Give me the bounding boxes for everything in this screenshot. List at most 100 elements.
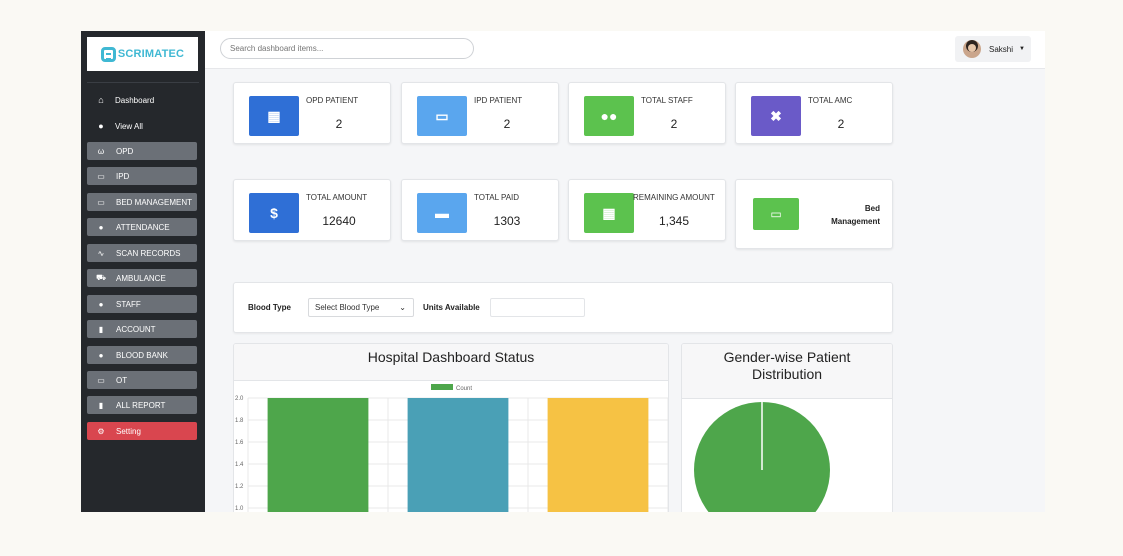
sidebar-item-ipd[interactable]: ▭ IPD xyxy=(87,167,197,185)
hospital-user-icon: ▦ xyxy=(249,96,299,136)
sidebar-item-label: BLOOD BANK xyxy=(116,350,169,360)
blood-type-select-value: Select Blood Type xyxy=(315,303,380,312)
logo[interactable]: SCRIMATEC xyxy=(87,37,198,71)
gender-pie-chart xyxy=(694,402,830,512)
home-icon: ⌂ xyxy=(98,95,104,105)
card-total-amc[interactable]: ✖ TOTAL AMC 2 xyxy=(735,82,893,144)
sidebar-item-blood-bank[interactable]: ● BLOOD BANK xyxy=(87,346,197,364)
users-icon: ● xyxy=(98,299,104,309)
sidebar-item-view-all[interactable]: ● View All xyxy=(95,119,143,133)
bed-management-line2: Management xyxy=(831,217,880,226)
user-icon: ● xyxy=(98,121,104,131)
card-value: 12640 xyxy=(322,214,356,228)
units-available-field[interactable] xyxy=(490,298,585,317)
card-value: 2 xyxy=(335,117,343,131)
sidebar-item-scan-records[interactable]: ∿ SCAN RECORDS xyxy=(87,244,197,262)
bed-icon: ▭ xyxy=(753,198,799,230)
user-name: Sakshi xyxy=(989,44,1014,54)
card-value: 1303 xyxy=(493,214,521,228)
sidebar-item-label: ATTENDANCE xyxy=(116,222,170,232)
bed-icon: ▭ xyxy=(97,375,105,385)
credit-card-icon: ▬ xyxy=(417,193,467,233)
card-label: OPD PATIENT xyxy=(306,96,359,105)
dollar-icon: $ xyxy=(249,193,299,233)
card-ipd-patient[interactable]: ▭ IPD PATIENT 2 xyxy=(401,82,559,144)
card-opd-patient[interactable]: ▦ OPD PATIENT 2 xyxy=(233,82,391,144)
card-label: IPD PATIENT xyxy=(474,96,523,105)
sidebar-item-label: OPD xyxy=(116,146,134,156)
sidebar-item-account[interactable]: ▮ ACCOUNT xyxy=(87,320,197,338)
logo-text: SCRIMATEC xyxy=(117,48,185,60)
gender-chart-title: Gender-wise Patient Distribution xyxy=(682,344,892,399)
gender-chart-title-line1: Gender-wise Patient xyxy=(723,349,851,365)
card-value: 2 xyxy=(503,117,511,131)
card-label: REMAINING AMOUNT xyxy=(633,193,715,202)
sidebar-item-opd[interactable]: ω OPD xyxy=(87,142,197,160)
status-chart-panel: Hospital Dashboard Status Count 2.0 1.8 1.6… xyxy=(233,343,669,512)
sidebar: SCRIMATEC ⌂ Dashboard ● View All ω OPD ▭… xyxy=(81,31,205,512)
card-label: TOTAL AMC xyxy=(808,96,853,105)
sidebar-item-staff[interactable]: ● STAFF xyxy=(87,295,197,313)
sidebar-item-label: IPD xyxy=(116,171,130,181)
y-tick-label: 1.0 xyxy=(235,506,244,512)
sidebar-item-label: Dashboard xyxy=(115,95,155,105)
card-remaining-amount[interactable]: ▦ REMAINING AMOUNT 1,345 xyxy=(568,179,726,241)
bed-icon: ▭ xyxy=(97,197,105,207)
sidebar-item-bed-management[interactable]: ▭ BED MANAGEMENT xyxy=(87,193,197,211)
blood-type-select[interactable]: Select Blood Type ⌄ xyxy=(308,298,414,317)
search-input[interactable] xyxy=(220,38,474,59)
sidebar-item-dashboard[interactable]: ⌂ Dashboard xyxy=(95,93,154,107)
ambulance-icon: ⛟ xyxy=(95,273,107,282)
file-icon: ▮ xyxy=(98,400,104,410)
card-label: TOTAL AMOUNT xyxy=(306,193,368,202)
legend-swatch xyxy=(431,384,453,390)
blood-type-label: Blood Type xyxy=(248,303,291,312)
chevron-down-icon: ⌄ xyxy=(399,303,406,312)
sidebar-item-ambulance[interactable]: ⛟ AMBULANCE xyxy=(87,269,197,287)
user-clock-icon: ● xyxy=(98,222,104,232)
y-tick-label: 1.2 xyxy=(235,484,244,490)
bed-management-label: Bed Management xyxy=(814,202,880,228)
users-icon: ●● xyxy=(584,96,634,136)
blood-availability-bar: Blood Type Select Blood Type ⌄ Units Ava… xyxy=(233,282,893,333)
sidebar-item-setting[interactable]: ⚙ Setting xyxy=(87,422,197,440)
card-value: 2 xyxy=(837,117,845,131)
bed-management-card[interactable]: ▭ Bed Management xyxy=(735,179,893,249)
tools-icon: ✖ xyxy=(751,96,801,136)
bar xyxy=(267,398,369,512)
card-total-amount[interactable]: $ TOTAL AMOUNT 12640 xyxy=(233,179,391,241)
card-total-paid[interactable]: ▬ TOTAL PAID 1303 xyxy=(401,179,559,241)
units-available-label: Units Available xyxy=(423,303,480,312)
droplet-icon: ● xyxy=(98,350,104,360)
sidebar-item-all-report[interactable]: ▮ ALL REPORT xyxy=(87,396,197,414)
card-label: TOTAL PAID xyxy=(474,193,520,202)
card-value: 1,345 xyxy=(658,214,690,228)
bar xyxy=(407,398,509,512)
sidebar-item-ot[interactable]: ▭ OT xyxy=(87,371,197,389)
avatar xyxy=(963,40,981,58)
sidebar-item-label: ALL REPORT xyxy=(116,400,166,410)
sidebar-item-label: Setting xyxy=(116,426,141,436)
topbar: Sakshi ▼ xyxy=(205,31,1045,69)
sidebar-item-label: OT xyxy=(116,375,128,385)
bed-management-line1: Bed xyxy=(864,204,880,213)
sidebar-item-label: View All xyxy=(115,121,143,131)
wallet-icon: ▮ xyxy=(98,324,104,334)
card-label: TOTAL STAFF xyxy=(641,96,693,105)
sidebar-item-label: BED MANAGEMENT xyxy=(116,197,193,207)
status-bar-chart: Count 2.0 1.8 1.6 1.4 1.2 1.0 xyxy=(235,384,668,512)
y-tick-label: 2.0 xyxy=(235,396,244,402)
y-tick-label: 1.8 xyxy=(235,418,244,424)
gender-chart-panel: Gender-wise Patient Distribution xyxy=(681,343,893,512)
sidebar-item-attendance[interactable]: ● ATTENDANCE xyxy=(87,218,197,236)
card-value: 2 xyxy=(670,117,678,131)
card-total-staff[interactable]: ●● TOTAL STAFF 2 xyxy=(568,82,726,144)
stethoscope-icon: ω xyxy=(97,146,105,156)
pulse-icon: ∿ xyxy=(97,248,105,258)
calculator-icon: ▦ xyxy=(584,193,634,233)
gears-icon: ⚙ xyxy=(97,426,105,436)
sidebar-item-label: ACCOUNT xyxy=(116,324,156,334)
sidebar-item-label: SCAN RECORDS xyxy=(116,248,181,258)
user-menu[interactable]: Sakshi ▼ xyxy=(955,36,1031,62)
bed-icon: ▭ xyxy=(417,96,467,136)
